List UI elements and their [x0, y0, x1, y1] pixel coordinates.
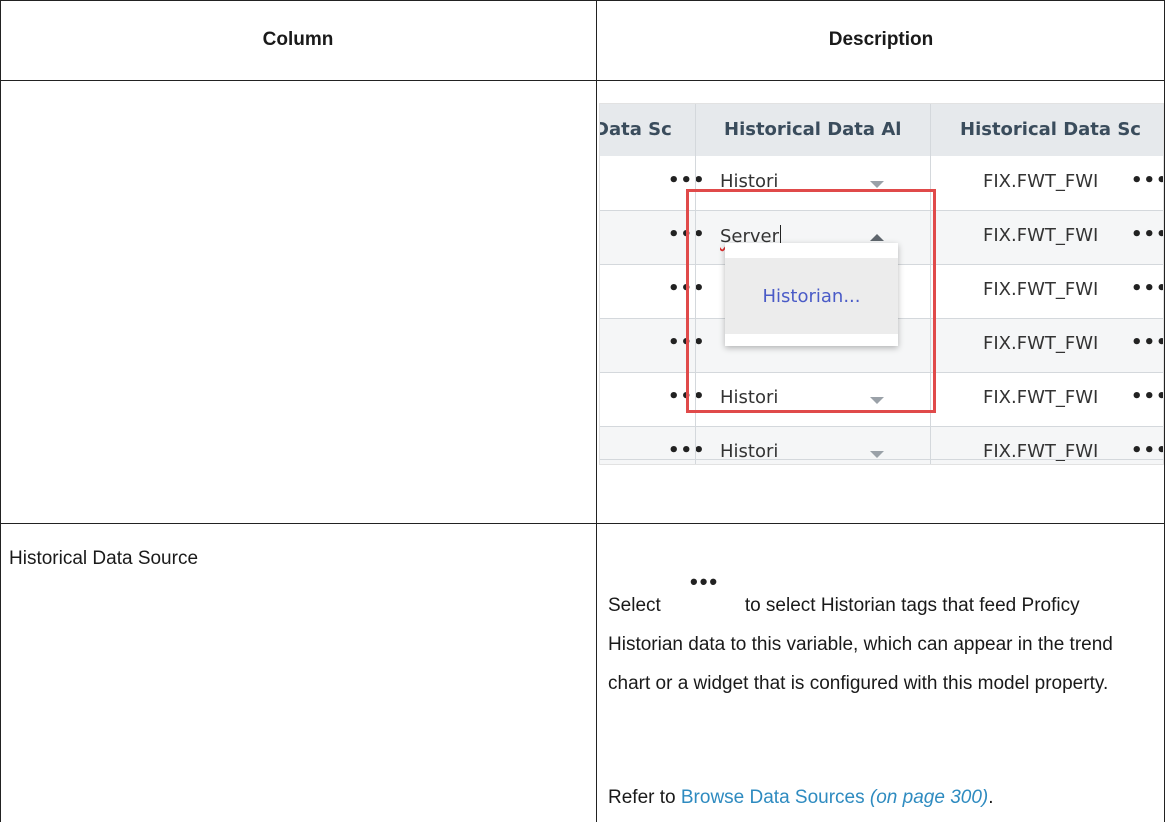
embedded-screenshot: Data Sc Historical Data Al Historical Da…	[599, 103, 1164, 465]
table-border-right	[1164, 0, 1165, 822]
more-icon[interactable]: •••	[668, 440, 706, 461]
refer-suffix: .	[988, 787, 994, 808]
more-icon[interactable]: •••	[1131, 332, 1163, 353]
header-column: Column	[262, 29, 334, 50]
more-icon[interactable]: •••	[1131, 224, 1163, 245]
table-border-left	[0, 0, 1, 822]
grid-row-separator	[600, 426, 1163, 427]
description-text: to select Historian tags that feed Profi…	[608, 595, 1113, 694]
source-value: FIX.FWT_FWI	[983, 171, 1099, 192]
row-divider	[0, 523, 1165, 524]
column-divider	[596, 0, 597, 822]
source-value: FIX.FWT_FWI	[983, 279, 1099, 300]
reference-line: Refer to Browse Data Sources (on page 30…	[608, 778, 994, 817]
more-icon[interactable]: •••	[668, 170, 706, 191]
header-description: Description	[828, 29, 934, 50]
more-icon[interactable]: •••	[1131, 170, 1163, 191]
more-icon[interactable]: •••	[1131, 386, 1163, 407]
source-value: FIX.FWT_FWI	[983, 333, 1099, 354]
source-value: FIX.FWT_FWI	[983, 225, 1099, 246]
more-icon[interactable]: •••	[1131, 440, 1163, 461]
header-divider	[0, 80, 1165, 81]
refer-prefix: Refer to	[608, 787, 681, 808]
grid-header-historical-source[interactable]: Historical Data Sc	[960, 104, 1163, 156]
chevron-down-icon[interactable]	[870, 451, 884, 458]
grid-header-historical-alias[interactable]: Historical Data Al	[724, 104, 938, 156]
source-value: FIX.FWT_FWI	[983, 387, 1099, 408]
grid-header: Data Sc Historical Data Al Historical Da…	[600, 104, 1163, 156]
select-word: Select	[608, 595, 661, 616]
highlight-box	[686, 189, 936, 413]
chevron-down-icon[interactable]	[870, 181, 884, 188]
doc-table: Column Description Data Sc Historical Da…	[0, 0, 1168, 822]
description-paragraph: Select to select Historian tags that feed…	[608, 586, 1158, 703]
browse-data-sources-link[interactable]: Browse Data Sources	[681, 787, 865, 808]
page-reference-link[interactable]: (on page 300)	[870, 787, 988, 808]
more-icon[interactable]: •••	[1131, 278, 1163, 299]
column-name-historical-data-source: Historical Data Source	[9, 548, 199, 569]
grid-header-data-source[interactable]: Data Sc	[600, 104, 694, 156]
grid-row-separator	[600, 459, 1163, 460]
